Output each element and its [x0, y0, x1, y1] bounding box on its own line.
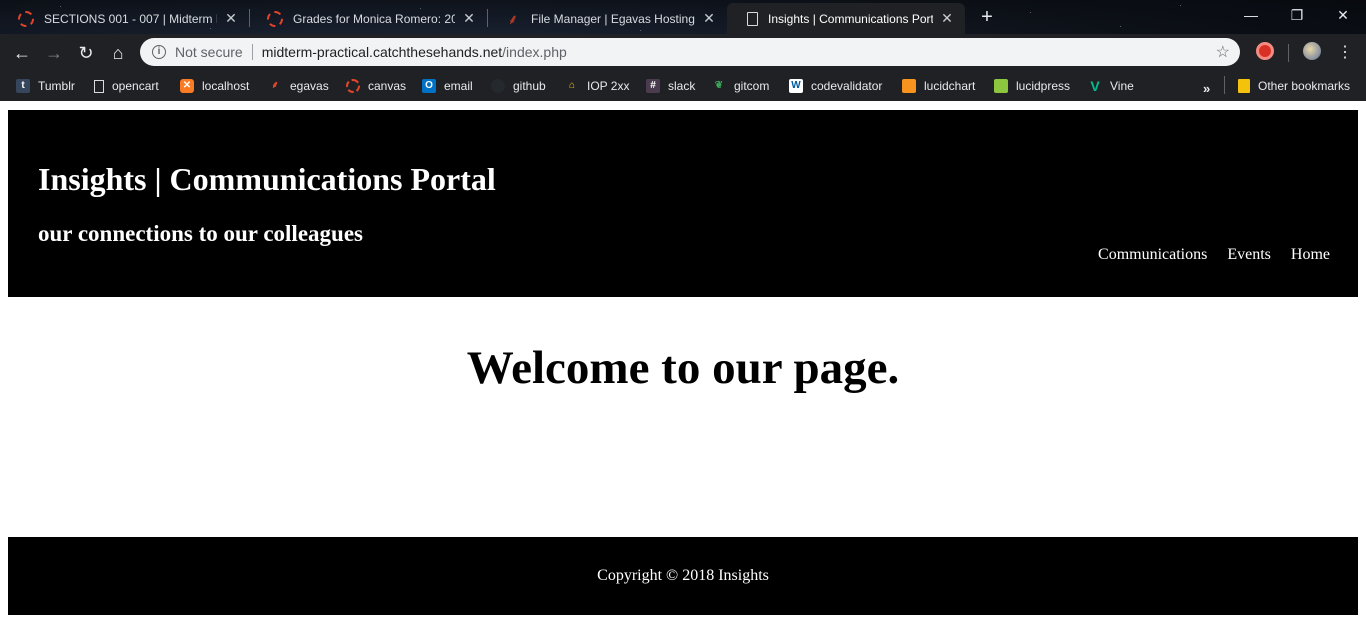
bookmark-label: Vine [1110, 79, 1134, 93]
lucidpress-icon [994, 79, 1008, 93]
tab-title: Insights | Communications Portal [768, 11, 933, 26]
tab-title: File Manager | Egavas Hosting Co [531, 11, 695, 26]
tumblr-icon: t [16, 79, 30, 93]
bookmarks-bar: t Tumblr opencart ✕ localhost ⸙ egavas c… [0, 71, 1366, 101]
lucidchart-icon [902, 79, 916, 93]
bookmark-egavas[interactable]: ⸙ egavas [268, 76, 329, 96]
bookmark-label: Other bookmarks [1258, 79, 1351, 93]
site-footer: Copyright © 2018 Insights [8, 537, 1358, 615]
bookmark-opencart[interactable]: opencart [94, 76, 159, 96]
forward-button[interactable]: → [41, 40, 67, 66]
new-tab-button[interactable]: + [976, 6, 998, 28]
site-tagline: our connections to our colleagues [38, 221, 363, 246]
reload-button[interactable]: ↻ [73, 40, 99, 66]
window-close-button[interactable]: ✕ [1320, 4, 1366, 26]
site-title: Insights | Communications Portal [38, 161, 496, 197]
restore-button[interactable]: ❐ [1274, 4, 1320, 26]
bookmark-tumblr[interactable]: t Tumblr [16, 76, 75, 96]
egavas-icon: ⸙ [271, 80, 279, 91]
bookmark-star-icon[interactable]: ☆ [1216, 42, 1230, 62]
leaf-icon: ❦ [714, 80, 724, 91]
close-icon[interactable]: ✕ [939, 10, 955, 27]
back-button[interactable]: ← [9, 40, 35, 66]
page-viewport: Insights | Communications Portal our con… [0, 101, 1366, 630]
home-button[interactable]: ⌂ [105, 40, 131, 66]
browser-chrome: SECTIONS 001 - 007 | Midterm Pr ✕ Grades… [0, 0, 1366, 101]
close-icon[interactable]: ✕ [701, 10, 717, 27]
canvas-icon [346, 79, 360, 93]
url-path: /index.php [502, 44, 567, 60]
url-host: midterm-practical.catchthesehands.net [261, 44, 503, 60]
bookmark-label: codevalidator [811, 79, 883, 93]
tab-title: SECTIONS 001 - 007 | Midterm Pr [44, 11, 217, 26]
nav-link-events[interactable]: Events [1227, 246, 1271, 264]
bookmark-label: opencart [112, 79, 159, 93]
page-icon [94, 79, 104, 93]
site-nav: Communications Events Home [1098, 246, 1330, 264]
w3c-icon: W [789, 79, 803, 93]
bookmark-email[interactable]: O email [422, 76, 473, 96]
tab-file-manager[interactable]: ⸙ File Manager | Egavas Hosting Co ✕ [487, 3, 727, 34]
bookmark-slack[interactable]: # slack [646, 76, 695, 96]
bookmark-vine[interactable]: V Vine [1088, 76, 1134, 96]
bookmark-label: egavas [290, 79, 329, 93]
info-icon[interactable]: i [152, 45, 166, 59]
bookmark-label: github [513, 79, 546, 93]
outlook-icon: O [422, 79, 436, 93]
page-icon [747, 11, 758, 26]
bookmark-label: lucidpress [1016, 79, 1071, 93]
slack-icon: # [646, 79, 660, 93]
bookmark-lucidpress[interactable]: lucidpress [994, 76, 1070, 96]
folder-icon [1238, 79, 1250, 93]
bookmark-label: lucidchart [924, 79, 976, 93]
bookmark-gitcom[interactable]: ❦ gitcom [712, 76, 770, 96]
github-icon [491, 79, 505, 93]
bookmark-label: gitcom [734, 79, 770, 93]
bookmark-codevalidator[interactable]: W codevalidator [789, 76, 882, 96]
bookmark-canvas[interactable]: canvas [346, 76, 406, 96]
bookmark-localhost[interactable]: ✕ localhost [180, 76, 249, 96]
tab-strip: SECTIONS 001 - 007 | Midterm Pr ✕ Grades… [0, 0, 1366, 34]
tab-grades[interactable]: Grades for Monica Romero: 2018 ✕ [249, 3, 487, 34]
bookmark-iop[interactable]: ⌂ IOP 2xx [565, 76, 630, 96]
bookmark-label: IOP 2xx [587, 79, 630, 93]
bookmarks-divider [1224, 76, 1225, 94]
close-icon[interactable]: ✕ [461, 10, 477, 27]
extension-icon[interactable] [1256, 42, 1274, 60]
canvas-icon [267, 10, 283, 27]
bookmark-label: localhost [202, 79, 250, 93]
nav-link-home[interactable]: Home [1291, 246, 1330, 264]
bookmark-label: canvas [368, 79, 407, 93]
browser-toolbar: ← → ↻ ⌂ i Not secure midterm-practical.c… [0, 34, 1366, 71]
tab-title: Grades for Monica Romero: 2018 [293, 11, 455, 26]
nav-link-communications[interactable]: Communications [1098, 246, 1207, 264]
bookmark-github[interactable]: github [491, 76, 546, 96]
menu-kebab-icon[interactable]: ⋮ [1332, 40, 1358, 66]
canvas-icon [18, 10, 34, 27]
bookmark-label: Tumblr [38, 79, 75, 93]
bookmark-label: email [444, 79, 473, 93]
copyright-text: Copyright © 2018 Insights [597, 567, 769, 584]
bookmarks-overflow-icon[interactable]: » [1203, 81, 1210, 96]
toolbar-divider [1288, 44, 1289, 62]
xampp-icon: ✕ [180, 79, 194, 93]
security-label: Not secure [175, 44, 243, 60]
site-header: Insights | Communications Portal our con… [8, 110, 1358, 297]
bookmark-label: slack [668, 79, 696, 93]
vine-icon: V [1090, 78, 1100, 94]
welcome-heading: Welcome to our page. [466, 342, 900, 394]
address-bar[interactable]: i Not secure midterm-practical.catchthes… [140, 38, 1240, 66]
bookmark-lucidchart[interactable]: lucidchart [902, 76, 975, 96]
tab-insights[interactable]: Insights | Communications Portal ✕ [727, 3, 965, 34]
tab-sections[interactable]: SECTIONS 001 - 007 | Midterm Pr ✕ [0, 3, 249, 34]
minimize-button[interactable]: — [1228, 4, 1274, 26]
bookmark-other[interactable]: Other bookmarks [1238, 76, 1350, 96]
graduation-cap-icon: ⌂ [568, 80, 576, 91]
egavas-icon: ⸙ [507, 10, 519, 27]
close-icon[interactable]: ✕ [223, 10, 239, 27]
address-divider [251, 44, 253, 60]
profile-avatar[interactable] [1303, 42, 1321, 60]
